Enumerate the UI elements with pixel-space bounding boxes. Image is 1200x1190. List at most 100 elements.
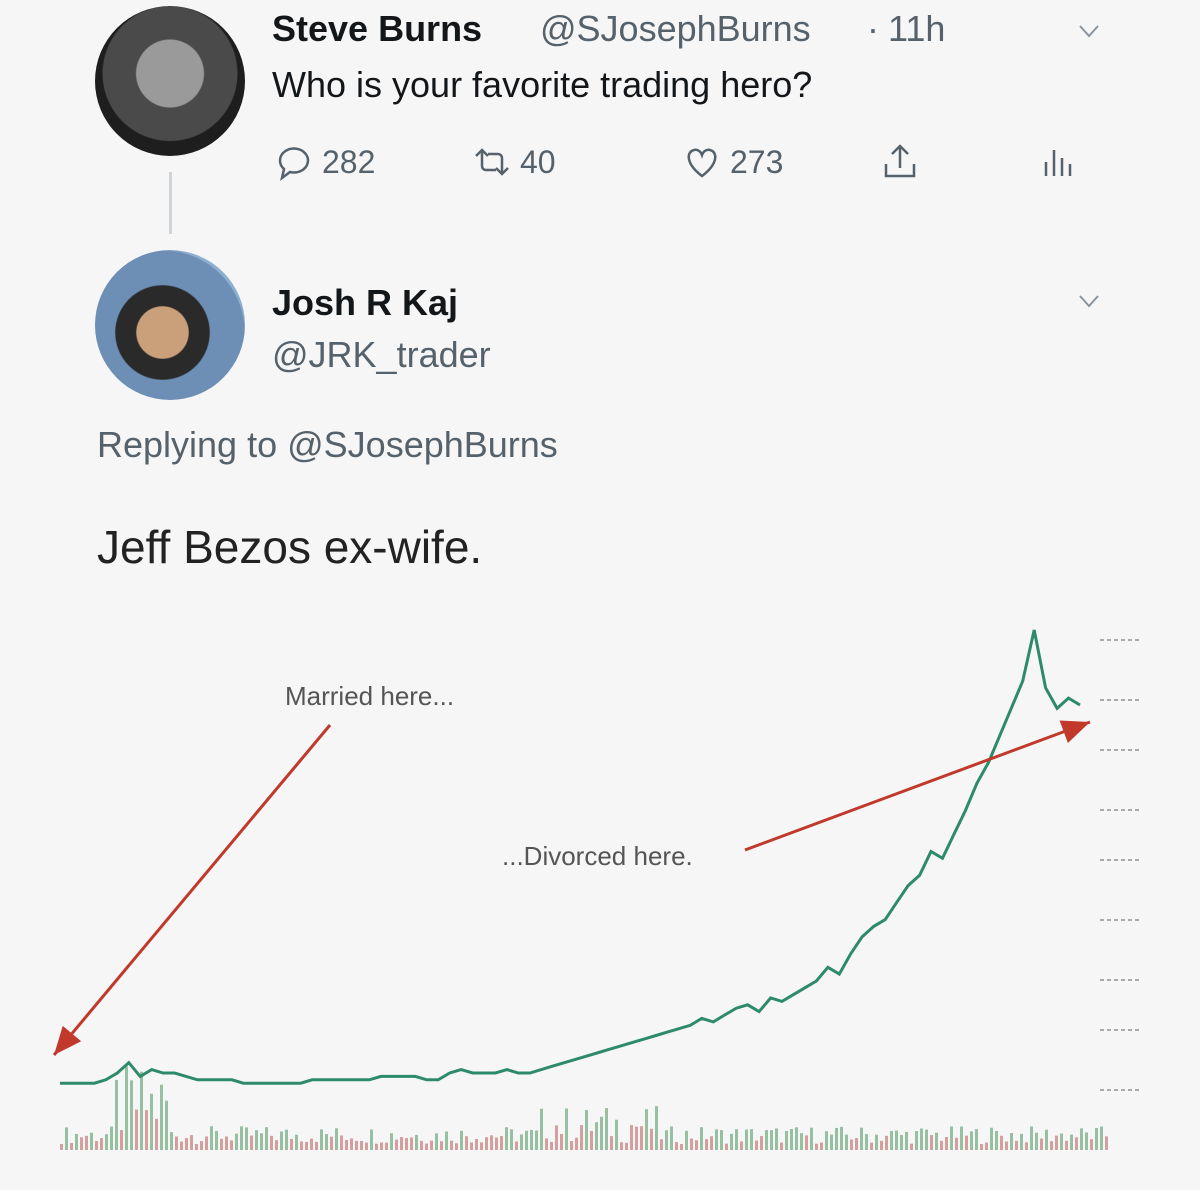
volume-bar <box>765 1130 768 1150</box>
volume-bar <box>510 1129 513 1150</box>
married-annotation: Married here... <box>285 681 454 711</box>
volume-bar <box>1010 1133 1013 1150</box>
volume-bar <box>1025 1142 1028 1150</box>
volume-bar <box>1005 1141 1008 1150</box>
volume-bar <box>360 1140 363 1150</box>
retweet-button[interactable]: 40 <box>472 140 556 184</box>
volume-bar <box>310 1138 313 1150</box>
volume-bar <box>320 1129 323 1150</box>
volume-bar <box>535 1130 538 1150</box>
volume-bar <box>925 1129 928 1150</box>
volume-bar <box>855 1138 858 1150</box>
volume-bar <box>790 1128 793 1150</box>
volume-bar <box>955 1137 958 1150</box>
volume-bar <box>225 1136 228 1150</box>
tweet-time[interactable]: 11h <box>888 8 945 50</box>
volume-bar <box>1040 1138 1043 1150</box>
volume-bar <box>465 1136 468 1150</box>
avatar-steve-burns[interactable] <box>95 6 245 156</box>
volume-bar <box>515 1141 518 1150</box>
volume-bar <box>400 1137 403 1150</box>
annotation-arrows <box>52 720 1091 1056</box>
volume-bar <box>110 1126 113 1150</box>
volume-bar <box>950 1126 953 1150</box>
volume-bar <box>450 1140 453 1150</box>
volume-bar <box>260 1133 263 1150</box>
volume-bar <box>645 1109 648 1150</box>
chevron-down-icon[interactable] <box>1078 290 1100 312</box>
replying-handle-link[interactable]: @SJosephBurns <box>287 424 558 465</box>
author-name[interactable]: Steve Burns <box>272 8 482 50</box>
volume-bar <box>485 1137 488 1150</box>
volume-bar <box>135 1109 138 1150</box>
like-button[interactable]: 273 <box>682 140 783 184</box>
volume-bar <box>1085 1132 1088 1150</box>
avatar-josh-r-kaj[interactable] <box>95 250 245 400</box>
volume-bar <box>655 1106 658 1150</box>
like-count: 273 <box>730 143 784 180</box>
volume-bar <box>440 1141 443 1150</box>
volume-bar <box>635 1126 638 1150</box>
volume-bar <box>725 1143 728 1150</box>
divorced-arrow-shaft <box>744 720 1091 852</box>
volume-bar <box>660 1139 663 1150</box>
volume-bar <box>805 1135 808 1150</box>
volume-bar <box>590 1130 593 1150</box>
volume-bar <box>570 1141 573 1150</box>
volume-bar <box>675 1142 678 1150</box>
volume-bar <box>325 1134 328 1150</box>
volume-bar <box>815 1143 818 1150</box>
volume-bar <box>270 1135 273 1150</box>
volume-bar <box>850 1139 853 1150</box>
volume-bar <box>985 1142 988 1150</box>
volume-bar <box>1000 1135 1003 1150</box>
volume-bar <box>150 1093 153 1150</box>
volume-bar <box>585 1110 588 1150</box>
share-icon <box>884 144 916 178</box>
volume-bar <box>780 1142 783 1150</box>
volume-bar <box>715 1129 718 1150</box>
volume-bar <box>375 1143 378 1150</box>
volume-bar <box>995 1131 998 1150</box>
volume-bar <box>705 1139 708 1150</box>
volume-bar <box>1020 1133 1023 1150</box>
volume-bar <box>190 1135 193 1150</box>
volume-bar <box>930 1135 933 1150</box>
volume-bar <box>630 1125 633 1150</box>
volume-bar <box>160 1084 163 1150</box>
volume-bar <box>100 1138 103 1150</box>
married-arrow-shaft <box>52 724 332 1056</box>
volume-bar <box>240 1126 243 1150</box>
volume-bar <box>70 1142 73 1150</box>
divorced-annotation: ...Divorced here. <box>502 841 693 871</box>
volume-bar <box>670 1126 673 1150</box>
volume-bar <box>335 1128 338 1150</box>
reply-author-name[interactable]: Josh R Kaj <box>272 282 458 324</box>
volume-bar <box>875 1134 878 1150</box>
volume-bar <box>1045 1129 1048 1150</box>
reply-button[interactable]: 282 <box>274 140 375 184</box>
volume-bar <box>345 1139 348 1150</box>
volume-bar <box>65 1127 68 1150</box>
volume-bar <box>265 1127 268 1150</box>
author-handle[interactable]: @SJosephBurns <box>540 8 811 50</box>
volume-bar <box>680 1143 683 1150</box>
analytics-button[interactable] <box>1038 140 1078 184</box>
volume-bar <box>800 1133 803 1150</box>
retweet-icon <box>475 148 509 176</box>
volume-bar <box>695 1140 698 1150</box>
volume-bar <box>555 1125 558 1150</box>
volume-bar <box>920 1128 923 1150</box>
volume-bar <box>215 1130 218 1150</box>
volume-bar <box>775 1128 778 1150</box>
volume-bar <box>210 1126 213 1150</box>
volume-bar <box>915 1131 918 1150</box>
volume-bar <box>610 1136 613 1150</box>
share-button[interactable] <box>880 140 920 184</box>
reply-author-handle[interactable]: @JRK_trader <box>272 334 491 376</box>
volume-bar <box>750 1129 753 1150</box>
chevron-down-icon[interactable] <box>1078 20 1100 42</box>
volume-bar <box>385 1142 388 1150</box>
volume-bar <box>115 1079 118 1150</box>
volume-bar <box>85 1135 88 1150</box>
